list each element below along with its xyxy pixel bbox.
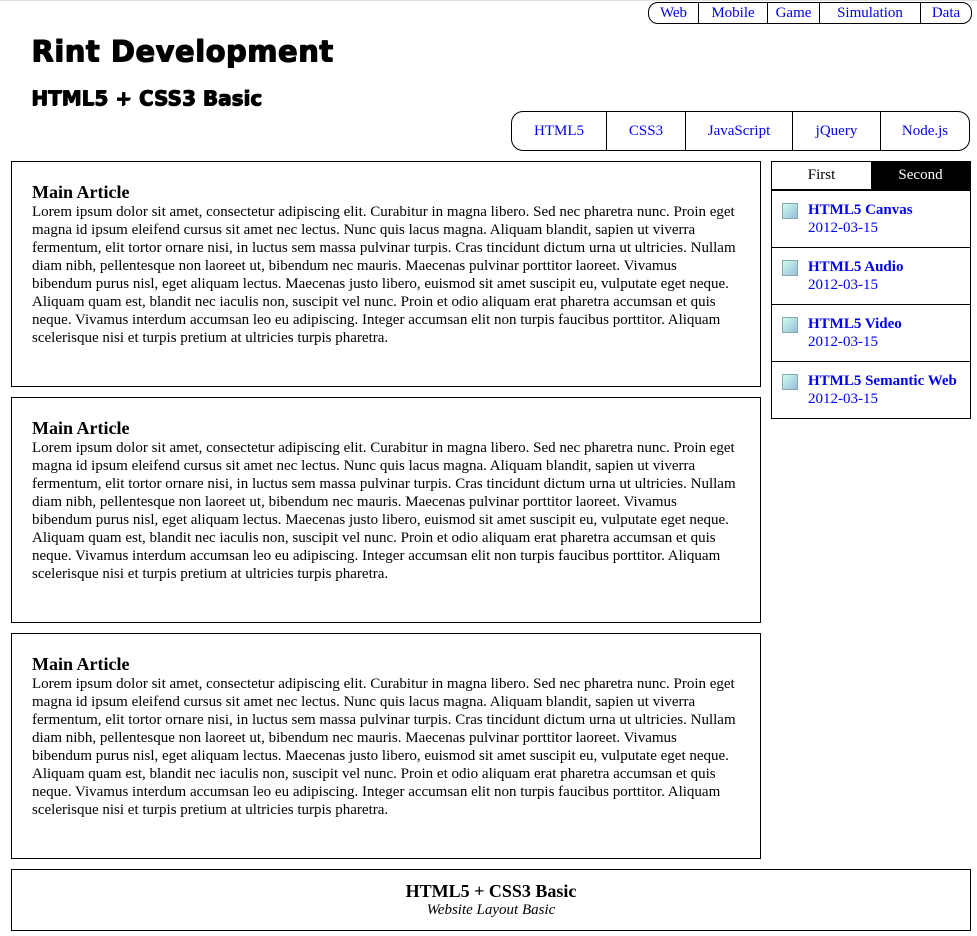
main-nav-css3[interactable]: CSS3	[606, 112, 685, 150]
main-article: Main Article Lorem ipsum dolor sit amet,…	[11, 397, 761, 623]
main-nav-nodejs[interactable]: Node.js	[880, 112, 969, 150]
site-subtitle: HTML5 + CSS3 Basic	[31, 86, 262, 110]
article-body: Lorem ipsum dolor sit amet, consectetur …	[32, 440, 736, 582]
broken-image-icon	[782, 260, 798, 276]
footer-title: HTML5 + CSS3 Basic	[405, 881, 577, 901]
sidebar-tabs: First Second	[772, 162, 970, 190]
broken-image-icon	[782, 203, 798, 219]
sidebar-item-date: 2012-03-15	[808, 220, 878, 236]
top-divider	[0, 0, 977, 1]
sidebar: First Second HTML5 Canvas 2012-03-15 HTM…	[771, 161, 971, 419]
tab-first[interactable]: First	[772, 162, 871, 189]
sidebar-item-title[interactable]: HTML5 Semantic Web	[808, 372, 958, 390]
main-article: Main Article Lorem ipsum dolor sit amet,…	[11, 633, 761, 859]
top-nav: Web Mobile Game Simulation Data	[648, 2, 972, 24]
main-nav-jquery[interactable]: jQuery	[792, 112, 880, 150]
sidebar-item-html5-audio[interactable]: HTML5 Audio 2012-03-15	[772, 247, 970, 304]
top-nav-game[interactable]: Game	[767, 3, 819, 23]
tab-second[interactable]: Second	[871, 162, 970, 189]
article-title: Main Article	[32, 418, 130, 438]
top-nav-web[interactable]: Web	[649, 3, 698, 23]
broken-image-icon	[782, 317, 798, 333]
sidebar-item-date: 2012-03-15	[808, 334, 878, 350]
top-nav-simulation[interactable]: Simulation	[819, 3, 920, 23]
main-nav: HTML5 CSS3 JavaScript jQuery Node.js	[511, 111, 970, 151]
sidebar-item-html5-video[interactable]: HTML5 Video 2012-03-15	[772, 304, 970, 361]
main-article: Main Article Lorem ipsum dolor sit amet,…	[11, 161, 761, 387]
top-nav-data[interactable]: Data	[920, 3, 971, 23]
sidebar-item-html5-semantic[interactable]: HTML5 Semantic Web 2012-03-15	[772, 361, 970, 418]
site-title: Rint Development	[31, 34, 334, 68]
sidebar-item-title[interactable]: HTML5 Canvas	[808, 201, 958, 219]
main-nav-javascript[interactable]: JavaScript	[685, 112, 792, 150]
footer-subtitle: Website Layout Basic	[426, 902, 556, 918]
top-nav-mobile[interactable]: Mobile	[698, 3, 767, 23]
broken-image-icon	[782, 374, 798, 390]
sidebar-item-title[interactable]: HTML5 Audio	[808, 258, 958, 276]
sidebar-item-date: 2012-03-15	[808, 391, 878, 407]
sidebar-item-html5-canvas[interactable]: HTML5 Canvas 2012-03-15	[772, 190, 970, 247]
article-body: Lorem ipsum dolor sit amet, consectetur …	[32, 676, 736, 818]
article-title: Main Article	[32, 182, 130, 202]
sidebar-item-title[interactable]: HTML5 Video	[808, 315, 958, 333]
article-body: Lorem ipsum dolor sit amet, consectetur …	[32, 204, 736, 346]
article-title: Main Article	[32, 654, 130, 674]
main-nav-html5[interactable]: HTML5	[512, 112, 606, 150]
sidebar-item-date: 2012-03-15	[808, 277, 878, 293]
footer: HTML5 + CSS3 Basic Website Layout Basic	[11, 869, 971, 931]
